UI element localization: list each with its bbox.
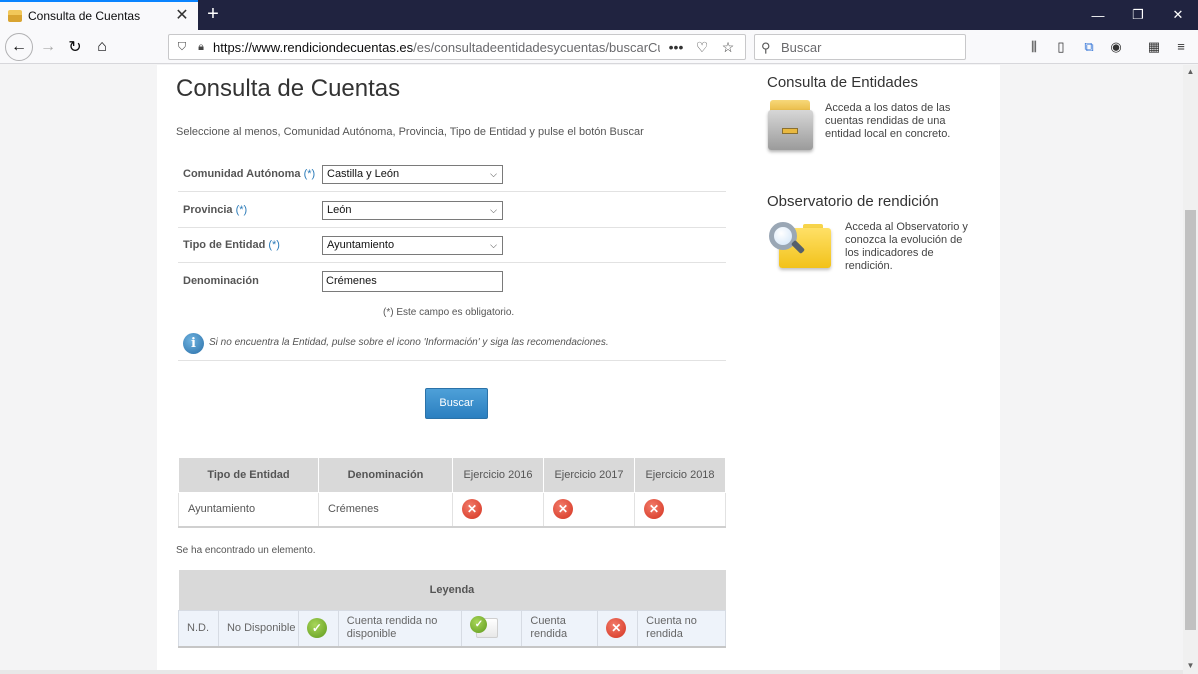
legend-table: Leyenda N.D. No Disponible ✓ Cuenta rend… (178, 570, 726, 648)
chevron-down-icon: ⌵ (490, 240, 497, 250)
comunidad-label: Comunidad Autónoma (*) (183, 168, 316, 180)
intro-text: Seleccione al menos, Comunidad Autónoma,… (176, 126, 644, 138)
library-icon[interactable]: ⫼ (1025, 38, 1043, 56)
back-icon[interactable]: ← (5, 33, 33, 61)
legend-nd-label: No Disponible (217, 609, 299, 648)
search-icon: ⚲ (761, 40, 771, 55)
consulta-entidades-title[interactable]: Consulta de Entidades (767, 74, 918, 91)
tipo-label: Tipo de Entidad (*) (183, 239, 280, 251)
magnifier-folder-icon[interactable] (769, 222, 831, 272)
legend-doc-cell: ✓ (461, 609, 523, 648)
sidebar-icon[interactable]: ▯ (1052, 38, 1070, 56)
search-bar[interactable]: ⚲ Buscar (754, 34, 966, 60)
header-denominacion: Denominación (318, 457, 453, 493)
search-button[interactable]: Buscar (425, 388, 488, 419)
legend-rendida: Cuenta rendida (521, 609, 599, 648)
minimize-icon[interactable]: — (1078, 0, 1118, 30)
pocket-icon[interactable]: ♡ (692, 39, 712, 56)
legend-check-cell: ✓ (297, 609, 339, 648)
header-ejercicio-2018: Ejercicio 2018 (634, 457, 726, 493)
legend-row: N.D. No Disponible ✓ Cuenta rendida no d… (178, 609, 726, 648)
denominacion-label: Denominación (183, 275, 259, 287)
observatorio-text: Acceda al Observatorio y conozca la evol… (845, 221, 968, 272)
provincia-select[interactable]: León ⌵ (322, 201, 503, 220)
form-row-provincia: Provincia (*) León ⌵ (178, 192, 726, 228)
horizontal-scrollbar[interactable] (0, 670, 1183, 674)
denominacion-input[interactable]: Crémenes (322, 271, 503, 292)
results-table: Tipo de Entidad Denominación Ejercicio 2… (178, 457, 726, 528)
form-row-denominacion: Denominación Crémenes (178, 263, 726, 299)
scroll-up-icon[interactable]: ▲ (1183, 65, 1198, 79)
reload-icon[interactable]: ↻ (63, 35, 87, 59)
bookmark-star-icon[interactable]: ☆ (718, 39, 738, 56)
observatorio-title[interactable]: Observatorio de rendición (767, 193, 939, 210)
legend-x-cell: ✕ (597, 609, 639, 648)
form-row-tipo: Tipo de Entidad (*) Ayuntamiento ⌵ (178, 227, 726, 263)
menu-icon[interactable]: ≡ (1172, 38, 1190, 56)
required-note: (*) Este campo es obligatorio. (383, 307, 515, 318)
legend-rendida-nd: Cuenta rendida no disponible (337, 609, 463, 648)
shield-icon[interactable]: ⛉ (175, 40, 189, 54)
account-icon[interactable]: ◉ (1107, 38, 1125, 56)
close-tab-icon[interactable]: ✕ (174, 8, 190, 24)
chevron-down-icon: ⌵ (490, 205, 497, 215)
lock-icon[interactable]: 🔒︎ (194, 40, 208, 54)
browser-tab[interactable]: Consulta de Cuentas ✕ (0, 0, 198, 30)
comunidad-select[interactable]: Castilla y León ⌵ (322, 165, 503, 184)
extensions-icon[interactable]: ▦ (1145, 38, 1163, 56)
tab-strip: Consulta de Cuentas ✕ + — ❐ ✕ (0, 0, 1198, 30)
cell-2018: ✕ (634, 492, 726, 528)
not-submitted-icon[interactable]: ✕ (644, 499, 664, 520)
url-bar[interactable]: ⛉ 🔒︎ https://www.rendiciondecuentas.es/e… (168, 34, 746, 60)
scroll-down-icon[interactable]: ▼ (1183, 659, 1198, 673)
results-count-text: Se ha encontrado un elemento. (176, 545, 316, 556)
legend-no-rendida: Cuenta no rendida (637, 609, 726, 648)
not-submitted-icon[interactable]: ✕ (462, 499, 482, 520)
url-text[interactable]: https://www.rendiciondecuentas.es/es/con… (213, 40, 660, 55)
info-text: Si no encuentra la Entidad, pulse sobre … (209, 337, 609, 348)
not-submitted-icon: ✕ (606, 618, 627, 639)
navigation-toolbar: ← → ↻ ⌂ ⛉ 🔒︎ https://www.rendiciondecuen… (0, 30, 1198, 64)
new-tab-icon[interactable]: + (203, 4, 223, 24)
form-row-comunidad: Comunidad Autónoma (*) Castilla y León ⌵ (178, 156, 726, 192)
chevron-down-icon: ⌵ (490, 169, 497, 179)
legend-title: Leyenda (178, 570, 726, 610)
forward-icon[interactable]: → (36, 35, 60, 59)
tipo-select[interactable]: Ayuntamiento ⌵ (322, 236, 503, 255)
home-icon[interactable]: ⌂ (90, 35, 114, 59)
restore-icon[interactable]: ❐ (1118, 0, 1158, 30)
cell-tipo: Ayuntamiento (178, 492, 319, 528)
page-title: Consulta de Cuentas (176, 75, 401, 102)
header-tipo: Tipo de Entidad (178, 457, 319, 493)
info-icon[interactable]: i (183, 333, 204, 354)
consulta-entidades-text: Acceda a los datos de las cuentas rendid… (825, 102, 951, 140)
cell-denominacion[interactable]: Crémenes (318, 492, 453, 528)
favicon-icon (8, 10, 22, 22)
search-placeholder: Buscar (781, 39, 822, 55)
translate-icon[interactable]: ⧉ (1080, 38, 1098, 56)
provincia-label: Provincia (*) (183, 204, 248, 216)
header-ejercicio-2016: Ejercicio 2016 (452, 457, 544, 493)
cell-2017: ✕ (543, 492, 635, 528)
file-cabinet-icon[interactable] (768, 100, 813, 152)
table-row: Ayuntamiento Crémenes ✕ ✕ ✕ (178, 492, 726, 528)
cell-2016: ✕ (452, 492, 544, 528)
more-actions-icon[interactable]: ••• (666, 39, 686, 55)
close-window-icon[interactable]: ✕ (1158, 0, 1198, 30)
header-ejercicio-2017: Ejercicio 2017 (543, 457, 635, 493)
not-submitted-icon[interactable]: ✕ (553, 499, 573, 520)
info-row: i Si no encuentra la Entidad, pulse sobr… (178, 327, 726, 361)
check-icon: ✓ (306, 618, 327, 639)
tab-title: Consulta de Cuentas (28, 9, 141, 23)
document-check-icon: ✓ (470, 616, 499, 640)
vertical-scrollbar[interactable]: ▲ ▼ (1183, 65, 1198, 674)
legend-nd: N.D. (178, 609, 219, 648)
scroll-thumb[interactable] (1185, 210, 1196, 630)
